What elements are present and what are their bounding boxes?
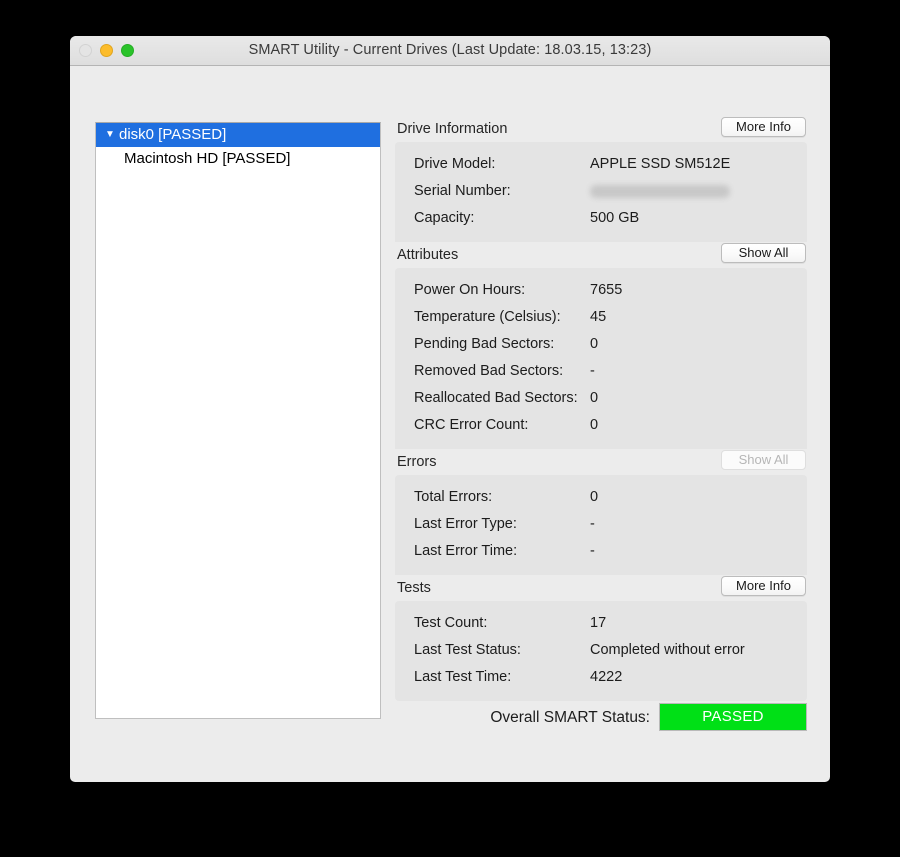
detail-row: CRC Error Count: 0 bbox=[395, 412, 807, 439]
detail-row: Serial Number: bbox=[395, 178, 807, 205]
detail-row-value: - bbox=[590, 516, 595, 532]
detail-row-value-redacted bbox=[590, 185, 730, 198]
detail-row-label: CRC Error Count: bbox=[414, 417, 529, 433]
section-action-button[interactable]: More Info bbox=[721, 576, 806, 596]
detail-row: Drive Model: APPLE SSD SM512E bbox=[395, 151, 807, 178]
drive-list-item[interactable]: ▼ disk0 [PASSED] bbox=[96, 123, 380, 147]
section-header: Attributes Show All bbox=[395, 242, 807, 268]
detail-row-label: Serial Number: bbox=[414, 183, 511, 199]
window-title: SMART Utility - Current Drives (Last Upd… bbox=[248, 42, 652, 58]
section-tests: Tests More Info Test Count: 17 Last Test Sta… bbox=[395, 575, 807, 701]
detail-row-value: 7655 bbox=[590, 282, 623, 298]
detail-row: Test Count: 17 bbox=[395, 610, 807, 637]
detail-row: Pending Bad Sectors: 0 bbox=[395, 331, 807, 358]
detail-row: Last Error Time: - bbox=[395, 538, 807, 565]
detail-row-label: Last Test Status: bbox=[414, 642, 521, 658]
window-content: ▼ disk0 [PASSED] Macintosh HD [PASSED] Dri… bbox=[70, 66, 830, 782]
detail-row-value: 0 bbox=[590, 336, 599, 352]
detail-row-value: 0 bbox=[590, 390, 599, 406]
detail-row-label: Capacity: bbox=[414, 210, 475, 226]
detail-row-value: Completed without error bbox=[590, 642, 745, 658]
detail-row: Reallocated Bad Sectors: 0 bbox=[395, 385, 807, 412]
smart-utility-window: SMART Utility - Current Drives (Last Upd… bbox=[70, 36, 830, 782]
section-panel: Drive Model: APPLE SSD SM512E Serial Numbe… bbox=[395, 142, 807, 242]
section-title: Errors bbox=[397, 454, 437, 470]
detail-row-label: Last Error Type: bbox=[414, 516, 517, 532]
detail-row: Last Test Status: Completed without error bbox=[395, 637, 807, 664]
detail-row: Power On Hours: 7655 bbox=[395, 277, 807, 304]
section-action-button[interactable]: Show All bbox=[721, 243, 806, 263]
detail-row-label: Drive Model: bbox=[414, 156, 496, 172]
detail-row: Total Errors: 0 bbox=[395, 484, 807, 511]
detail-row-value: 4222 bbox=[590, 669, 623, 685]
overall-status-label: Overall SMART Status: bbox=[490, 709, 650, 726]
detail-row-value: 17 bbox=[590, 615, 607, 631]
drive-list-item[interactable]: Macintosh HD [PASSED] bbox=[96, 147, 380, 171]
section-attributes: Attributes Show All Power On Hours: 7655 Tem… bbox=[395, 242, 807, 449]
overall-status-bar: Overall SMART Status: PASSED bbox=[395, 703, 807, 737]
detail-row-value: 45 bbox=[590, 309, 607, 325]
detail-row-value: - bbox=[590, 543, 595, 559]
detail-row-label: Last Error Time: bbox=[414, 543, 518, 559]
section-title: Drive Information bbox=[397, 121, 508, 137]
section-header: Tests More Info bbox=[395, 575, 807, 601]
drive-list-item-label: disk0 [PASSED] bbox=[119, 126, 227, 143]
section-header: Errors Show All bbox=[395, 449, 807, 475]
detail-row-value: - bbox=[590, 363, 595, 379]
detail-row: Last Test Time: 4222 bbox=[395, 664, 807, 691]
section-action-button[interactable]: More Info bbox=[721, 117, 806, 137]
detail-row: Temperature (Celsius): 45 bbox=[395, 304, 807, 331]
detail-row: Capacity: 500 GB bbox=[395, 205, 807, 232]
detail-row-label: Last Test Time: bbox=[414, 669, 512, 685]
detail-row-value: 0 bbox=[590, 489, 599, 505]
detail-row-label: Reallocated Bad Sectors: bbox=[414, 390, 578, 406]
section-title: Attributes bbox=[397, 247, 459, 263]
detail-row-value: APPLE SSD SM512E bbox=[590, 156, 731, 172]
drive-list-item-label: Macintosh HD [PASSED] bbox=[124, 150, 291, 167]
detail-row-label: Pending Bad Sectors: bbox=[414, 336, 555, 352]
detail-row-label: Total Errors: bbox=[414, 489, 493, 505]
detail-row-value: 0 bbox=[590, 417, 599, 433]
section-panel: Test Count: 17 Last Test Status: Completed … bbox=[395, 601, 807, 701]
section-panel: Power On Hours: 7655 Temperature (Celsius)… bbox=[395, 268, 807, 449]
detail-row-label: Test Count: bbox=[414, 615, 488, 631]
section-action-button: Show All bbox=[721, 450, 806, 470]
status-badge: PASSED bbox=[659, 703, 807, 731]
drive-list[interactable]: ▼ disk0 [PASSED] Macintosh HD [PASSED] bbox=[95, 122, 381, 719]
disclosure-triangle-icon[interactable]: ▼ bbox=[105, 123, 117, 147]
section-panel: Total Errors: 0 Last Error Type: - Last Erro… bbox=[395, 475, 807, 575]
detail-row: Last Error Type: - bbox=[395, 511, 807, 538]
section-title: Tests bbox=[397, 580, 431, 596]
detail-row: Removed Bad Sectors: - bbox=[395, 358, 807, 385]
section-drive-information: Drive Information More Info Drive Model: AP… bbox=[395, 116, 807, 242]
section-errors: Errors Show All Total Errors: 0 Last Error T… bbox=[395, 449, 807, 575]
detail-row-label: Removed Bad Sectors: bbox=[414, 363, 564, 379]
section-header: Drive Information More Info bbox=[395, 116, 807, 142]
window-titlebar[interactable]: SMART Utility - Current Drives (Last Upd… bbox=[70, 36, 830, 66]
detail-row-label: Temperature (Celsius): bbox=[414, 309, 561, 325]
detail-row-label: Power On Hours: bbox=[414, 282, 526, 298]
details-column: Drive Information More Info Drive Model: AP… bbox=[395, 116, 807, 701]
detail-row-value: 500 GB bbox=[590, 210, 640, 226]
